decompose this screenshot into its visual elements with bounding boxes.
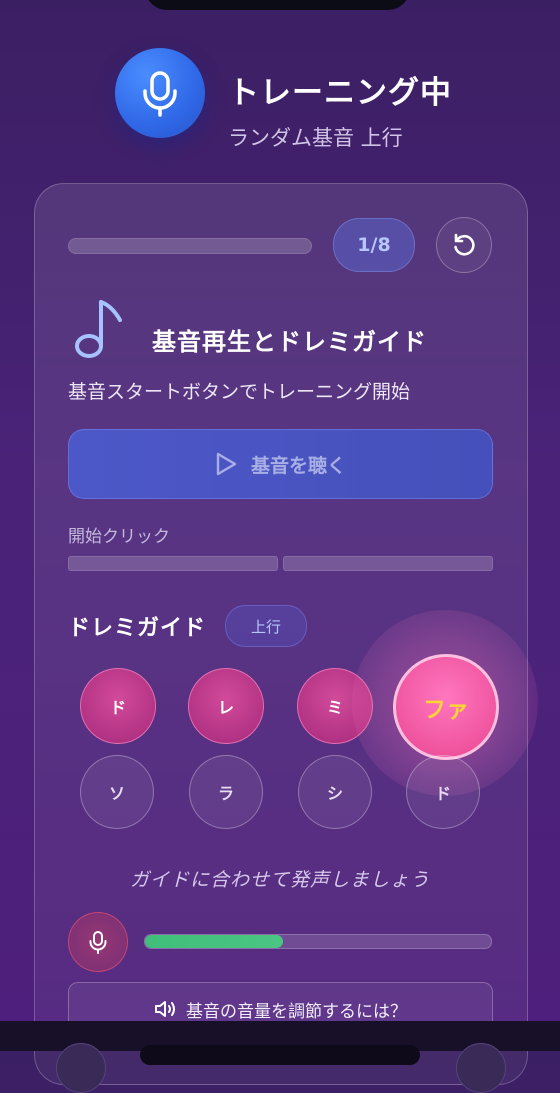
doremi-guide-title: ドレミガイド [68,616,207,641]
bottom-bar [0,1021,560,1093]
header-mic-icon [115,48,205,138]
bottom-center-pill [140,1045,420,1065]
note-do: ド [80,668,156,744]
page-title: トレーニング中 [228,75,452,111]
reset-button[interactable] [436,217,492,273]
device-notch [145,0,410,10]
guide-hint-text: ガイドに合わせて発声しましょう [129,869,430,891]
microphone-icon [89,931,107,954]
note-re: レ [188,668,264,744]
start-click-label: 開始クリック [68,527,170,547]
input-mic-indicator [68,912,128,972]
note-so: ソ [80,755,154,829]
note-fa-active: ファ [393,654,499,760]
start-progress-segment [68,556,278,571]
start-progress-segment [283,556,493,571]
note-la: ラ [189,755,263,829]
volume-help-label: 基音の音量を調節するには？ [186,1001,407,1022]
music-note-icon [75,300,122,358]
speaker-icon [155,1001,175,1017]
training-progress-bar [68,238,312,254]
note-ti: シ [298,755,372,829]
microphone-icon [143,71,177,117]
direction-badge: 上行 [225,605,307,647]
input-level-fill [145,935,284,948]
reset-icon [454,233,475,256]
section-title: 基音再生とドレミガイド [152,328,427,356]
play-icon [216,452,237,476]
play-base-tone-button[interactable]: 基音を聴く [68,429,493,499]
progress-count-badge: 1/8 [333,218,415,272]
instruction-text: 基音スタートボタンでトレーニング開始 [68,381,411,403]
page-subtitle: ランダム基音 上行 [228,126,403,150]
play-button-label: 基音を聴く [250,454,346,477]
input-level-meter [144,934,492,949]
note-do-high: ド [406,755,480,829]
